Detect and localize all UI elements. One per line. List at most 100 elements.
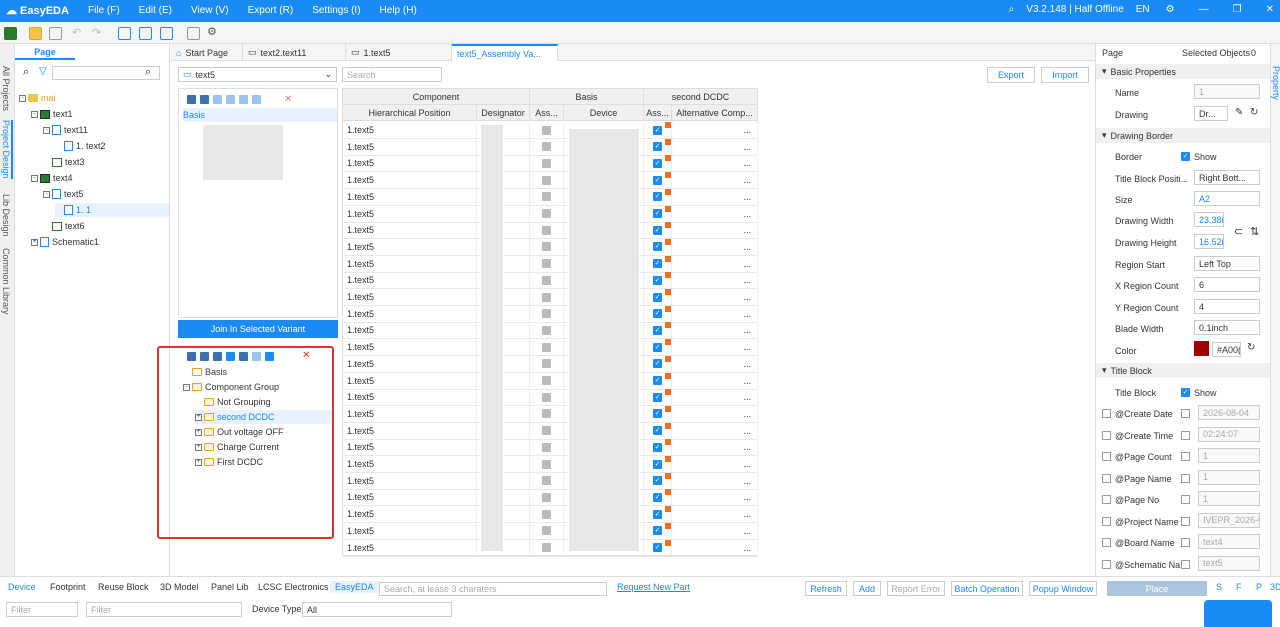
prop-tab-page[interactable]: Page xyxy=(1102,48,1123,58)
color-swatch[interactable] xyxy=(1194,341,1209,356)
alternative-component-cell[interactable]: ... xyxy=(672,222,758,239)
assembly-checkbox[interactable]: ✓ xyxy=(653,242,662,252)
copy-group-icon[interactable] xyxy=(200,352,209,361)
alternative-component-cell[interactable]: ... xyxy=(672,372,758,389)
y-region-count-field[interactable]: 4 xyxy=(1194,299,1260,314)
field-visible-checkbox[interactable] xyxy=(1102,430,1111,440)
page-tree-item[interactable]: + Schematic1 xyxy=(31,235,169,249)
collapse-icon[interactable]: - xyxy=(183,383,190,391)
open-folder-icon[interactable] xyxy=(29,27,42,40)
expand-icon[interactable]: + xyxy=(195,443,202,451)
table-row[interactable]: 1.text5 ✓... xyxy=(343,456,758,473)
component-group-item[interactable]: + Charge Current xyxy=(195,440,332,454)
arrow-down-icon[interactable] xyxy=(265,352,274,361)
alternative-component-cell[interactable]: ... xyxy=(672,439,758,456)
table-row[interactable]: 1.text5 ✓... xyxy=(343,355,758,373)
assembly-checkbox[interactable] xyxy=(542,476,551,486)
gear-icon[interactable]: ⚙ xyxy=(1166,4,1175,15)
blade-width-field[interactable]: 0.1inch xyxy=(1194,320,1260,335)
expand-icon[interactable]: + xyxy=(31,238,38,246)
menu-file[interactable]: File (F) xyxy=(88,5,120,16)
tab-start-page[interactable]: ⌂ Start Page xyxy=(171,44,243,61)
delete-icon[interactable]: ✕ xyxy=(302,350,310,361)
assembly-checkbox[interactable] xyxy=(542,192,551,202)
table-row[interactable]: 1.text5 ✓... xyxy=(343,506,758,524)
assembly-checkbox[interactable]: ✓ xyxy=(653,225,662,235)
assembly-checkbox[interactable]: ✓ xyxy=(653,509,662,519)
right-panel-icon[interactable] xyxy=(139,27,152,40)
table-row[interactable]: 1.text5 ✓... xyxy=(343,155,758,173)
table-row[interactable]: 1.text5 ✓... xyxy=(343,238,758,256)
left-panel-icon[interactable] xyxy=(118,27,131,40)
menu-help[interactable]: Help (H) xyxy=(380,5,417,16)
search-icon[interactable]: ⌕ xyxy=(145,66,151,79)
alternative-component-cell[interactable]: ... xyxy=(672,272,758,289)
border-show-checkbox[interactable]: ✓ xyxy=(1181,152,1190,161)
menu-settings[interactable]: Settings (I) xyxy=(312,5,360,16)
table-row[interactable]: 1.text5 ✓... xyxy=(343,305,758,323)
category-filter-input[interactable]: Filter xyxy=(6,602,78,617)
table-row[interactable]: 1.text5 ✓... xyxy=(343,188,758,206)
page-tree-item[interactable]: - mai xyxy=(19,91,169,105)
assembly-checkbox[interactable]: ✓ xyxy=(653,158,662,168)
assembly-checkbox[interactable]: ✓ xyxy=(653,175,662,185)
field-show-name-checkbox[interactable] xyxy=(1181,559,1190,569)
assembly-checkbox[interactable]: ✓ xyxy=(653,459,662,469)
save-icon[interactable] xyxy=(49,27,62,40)
x-region-count-field[interactable]: 6 xyxy=(1194,277,1260,292)
join-selected-variant-button[interactable]: Join In Selected Variant xyxy=(178,320,338,338)
field-visible-checkbox[interactable] xyxy=(1102,409,1111,418)
field-show-name-checkbox[interactable] xyxy=(1181,473,1190,483)
alternative-component-cell[interactable]: ... xyxy=(672,355,758,372)
link-icon[interactable]: ⊂ xyxy=(1234,225,1243,238)
settings-gear-icon[interactable]: ⚙ xyxy=(207,25,217,38)
lib-tab-3d-model[interactable]: 3D Model xyxy=(160,582,199,592)
new-icon[interactable] xyxy=(4,27,17,40)
restore-icon[interactable]: ❐ xyxy=(1233,4,1242,15)
import-button[interactable]: Import xyxy=(1041,67,1089,83)
alternative-component-cell[interactable]: ... xyxy=(672,489,758,506)
field-visible-checkbox[interactable] xyxy=(1102,516,1111,526)
name-field[interactable]: 1 xyxy=(1194,84,1260,99)
col-alternative-component[interactable]: Alternative Comp... xyxy=(672,105,758,121)
assembly-checkbox[interactable] xyxy=(542,225,551,235)
component-group-item[interactable]: + First DCDC xyxy=(195,455,332,469)
assembly-checkbox[interactable] xyxy=(542,125,551,135)
region-start-select[interactable]: Left Top xyxy=(1194,256,1260,271)
table-row[interactable]: 1.text5 ✓... xyxy=(343,439,758,457)
field-visible-checkbox[interactable] xyxy=(1102,538,1111,547)
assembly-checkbox[interactable]: ✓ xyxy=(653,409,662,419)
view-p-tab[interactable]: P xyxy=(1256,582,1262,592)
refresh-icon[interactable]: ↻ xyxy=(1250,107,1258,118)
minimize-icon[interactable]: — xyxy=(1199,4,1209,15)
report-error-button[interactable]: Report Error xyxy=(887,581,945,596)
alternative-component-cell[interactable]: ... xyxy=(672,322,758,339)
field-value[interactable]: 1 xyxy=(1198,448,1260,463)
drawing-height-field[interactable]: 16.52i xyxy=(1194,234,1224,249)
field-show-name-checkbox[interactable] xyxy=(1181,516,1190,526)
assembly-checkbox[interactable]: ✓ xyxy=(653,359,662,369)
field-visible-checkbox[interactable] xyxy=(1102,452,1111,461)
popup-window-button[interactable]: Popup Window xyxy=(1029,581,1097,596)
redo-icon[interactable]: ↷ xyxy=(92,26,101,39)
page-tree-item[interactable]: - text11 xyxy=(43,123,169,137)
field-value[interactable]: 2026-08-04 xyxy=(1198,405,1260,420)
batch-operation-button[interactable]: Batch Operation xyxy=(951,581,1023,596)
assembly-checkbox[interactable] xyxy=(542,442,551,452)
size-select[interactable]: A2 xyxy=(1194,191,1260,206)
alternative-component-cell[interactable]: ... xyxy=(672,122,758,138)
collapse-icon[interactable]: - xyxy=(43,190,50,198)
field-visible-checkbox[interactable] xyxy=(1102,495,1111,504)
alternative-component-cell[interactable]: ... xyxy=(672,339,758,356)
table-row[interactable]: 1.text5 ✓... xyxy=(343,472,758,490)
collapse-icon[interactable]: - xyxy=(43,126,50,134)
view-f-tab[interactable]: F xyxy=(1236,582,1242,592)
tab-property[interactable]: Property xyxy=(1271,66,1280,100)
assembly-checkbox[interactable] xyxy=(542,492,551,502)
assembly-checkbox[interactable] xyxy=(542,292,551,302)
assembly-checkbox[interactable] xyxy=(542,158,551,168)
device-type-select[interactable]: All xyxy=(302,602,452,617)
arrow-up-icon[interactable] xyxy=(239,95,248,104)
assembly-checkbox[interactable] xyxy=(542,543,551,552)
lib-tab-reuse-block[interactable]: Reuse Block xyxy=(98,582,149,592)
